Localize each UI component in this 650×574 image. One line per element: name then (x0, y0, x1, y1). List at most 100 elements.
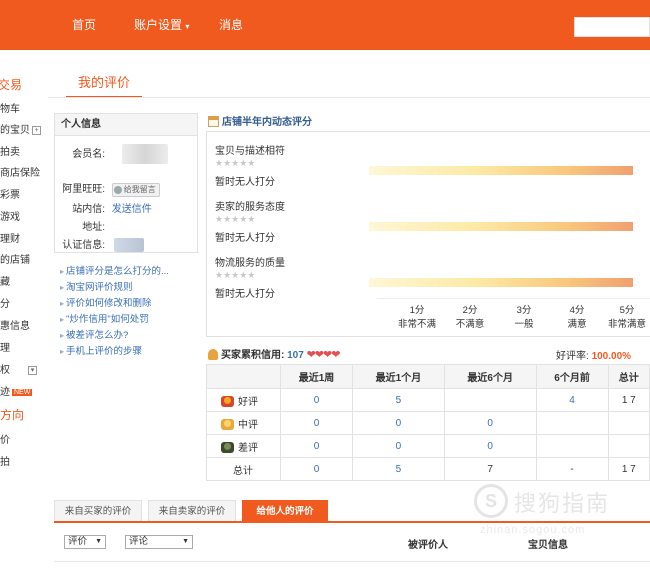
personal-info-panel: 个人信息 会员名: 阿里旺旺: 给我留言 站内信: 发送信件 地址: 认证信息: (54, 113, 198, 253)
table-header: 最近1周 (279, 364, 354, 389)
sidebar-item-price[interactable]: 价 (0, 431, 10, 446)
star-rating-icon: ★★★★★ (215, 270, 256, 280)
auth-label: 认证信息: (62, 240, 105, 251)
sidebar-item-direction[interactable]: 方向 (0, 406, 24, 423)
sidebar-item-my-items[interactable]: 的宝贝 + (0, 121, 41, 136)
table-cell[interactable] (535, 411, 609, 435)
scale-desc: 非常满意 (607, 319, 646, 330)
nav-account-settings-label: 账户设置 (134, 18, 183, 32)
table-cell: 1 7 (607, 388, 650, 412)
help-link[interactable]: 评价如何修改和删除 (60, 296, 200, 312)
sidebar-item-trade[interactable]: 交易 (0, 76, 22, 93)
rating-label: 物流服务的质量 (215, 258, 285, 269)
sidebar-item-my-shop[interactable]: 的店铺 (0, 251, 30, 266)
leave-message-label: 给我留言 (123, 185, 156, 194)
rating-label: 卖家的服务态度 (215, 202, 285, 213)
chevron-down-icon: ▼ (95, 538, 102, 545)
row-label-text: 好评 (238, 396, 258, 408)
nav-home[interactable]: 首页 (72, 0, 96, 50)
sidebar-item-points[interactable]: 分 (0, 295, 10, 310)
nav-messages[interactable]: 消息 (219, 0, 243, 50)
wangwang-label: 阿里旺旺: (62, 184, 105, 195)
table-cell[interactable]: 5 (352, 457, 445, 481)
sidebar-item-shop-insurance[interactable]: 商店保险 (0, 164, 40, 179)
table-cell[interactable]: 0 (279, 411, 354, 435)
scale-2: 2分 不满意 (442, 304, 498, 332)
table-cell (607, 411, 650, 435)
table-cell: 7 (443, 457, 537, 481)
sidebar-item-footprints[interactable]: 迹 NEW (0, 383, 33, 398)
sidebar-item-auction[interactable]: 拍卖 (0, 143, 20, 158)
expand-icon[interactable]: + (32, 125, 41, 135)
station-row: 站内信: 发送信件 (55, 200, 152, 215)
sidebar-item-favorites[interactable]: 藏 (0, 273, 10, 288)
tab-from-buyer[interactable]: 来自买家的评价 (54, 500, 142, 522)
table-header: 最近1个月 (352, 364, 445, 389)
sidebar-item-cart[interactable]: 物车 (0, 100, 20, 115)
table-cell[interactable]: 5 (352, 388, 445, 412)
good-rate: 好评率: 100.00% (556, 347, 631, 362)
table-cell[interactable]: 0 (443, 411, 537, 435)
member-row: 会员名: (55, 144, 168, 164)
row-label-text: 中评 (238, 419, 258, 431)
table-cell: - (535, 457, 609, 481)
help-link[interactable]: "炒作信用"如何处罚 (60, 312, 200, 328)
good-rate-label: 好评率: (556, 351, 589, 362)
search-input[interactable] (574, 17, 650, 37)
help-link[interactable]: 被差评怎么办? (60, 328, 200, 344)
good-review-icon (221, 395, 234, 407)
table-header (206, 364, 281, 389)
tab-my-reviews[interactable]: 我的评价 (66, 70, 142, 98)
sidebar-item-discounts[interactable]: 惠信息 (0, 317, 30, 332)
table-cell[interactable]: 0 (279, 457, 354, 481)
credit-value: 107 (287, 350, 304, 361)
scale-desc: 不满意 (455, 319, 485, 330)
bad-review-icon (221, 441, 234, 453)
sidebar-item-manage[interactable]: 理 (0, 339, 10, 354)
column-rated-person: 被评价人 (408, 540, 448, 551)
table-cell[interactable]: 0 (352, 411, 445, 435)
sidebar: 交易 物车 的宝贝 + 拍卖 商店保险 彩票 游戏 理财 的店铺 藏 分 惠信息 … (0, 50, 48, 574)
table-cell[interactable]: 4 (535, 388, 609, 412)
help-link[interactable]: 淘宝网评价规则 (60, 280, 200, 296)
table-header: 总计 (607, 364, 650, 389)
star-rating-icon: ★★★★★ (215, 158, 256, 168)
sidebar-item-games[interactable]: 游戏 (0, 208, 20, 223)
scale-3: 3分 一般 (496, 304, 552, 332)
sidebar-item-bid[interactable]: 拍 (0, 453, 10, 468)
heart-level-icon: ❤❤❤❤ (306, 349, 341, 361)
nav-account-settings[interactable]: 账户设置 ▾ (134, 0, 189, 50)
table-cell[interactable]: 0 (352, 434, 445, 458)
sidebar-item-lottery[interactable]: 彩票 (0, 186, 20, 201)
row-label: 总计 (206, 457, 281, 481)
tab-to-others[interactable]: 给他人的评价 (242, 500, 328, 522)
address-label: 地址: (82, 222, 105, 233)
column-item-info: 宝贝信息 (528, 540, 568, 551)
rating-filter-select[interactable]: 评价 ▼ (64, 535, 106, 549)
sidebar-item-label: 迹 (0, 387, 10, 398)
scale-score: 4分 (569, 305, 585, 316)
comment-filter-select[interactable]: 评论 ▼ (125, 535, 193, 549)
table-cell[interactable]: 0 (279, 434, 354, 458)
chevron-down-icon[interactable]: ▾ (28, 365, 37, 375)
sidebar-item-rights[interactable]: 权 ▾ (0, 361, 37, 376)
table-cell[interactable] (443, 388, 537, 412)
tab-from-seller[interactable]: 来自卖家的评价 (148, 500, 236, 522)
help-link[interactable]: 店铺评分是怎么打分的... (60, 264, 200, 280)
good-rate-value: 100.00% (591, 351, 632, 362)
table-cell[interactable]: 0 (279, 388, 354, 412)
star-rating-icon: ★★★★★ (215, 214, 256, 224)
table-header: 最近6个月 (443, 364, 537, 389)
send-message-link[interactable]: 发送信件 (112, 204, 152, 215)
row-label-text: 差评 (238, 442, 258, 454)
help-link[interactable]: 手机上评价的步骤 (60, 344, 200, 360)
table-cell[interactable]: 0 (443, 434, 537, 458)
table-cell[interactable] (535, 434, 609, 458)
scale-desc: 一般 (514, 319, 534, 330)
review-stats-table: 最近1周 最近1个月 最近6个月 6个月前 总计 好评 0 5 4 1 7 中评… (206, 364, 650, 481)
rating-label: 宝贝与描述相符 (215, 146, 285, 157)
table-row: 好评 0 5 4 1 7 (206, 388, 650, 412)
sidebar-item-finance[interactable]: 理财 (0, 230, 20, 245)
leave-message-button[interactable]: 给我留言 (111, 183, 160, 197)
neutral-review-icon (221, 418, 234, 430)
